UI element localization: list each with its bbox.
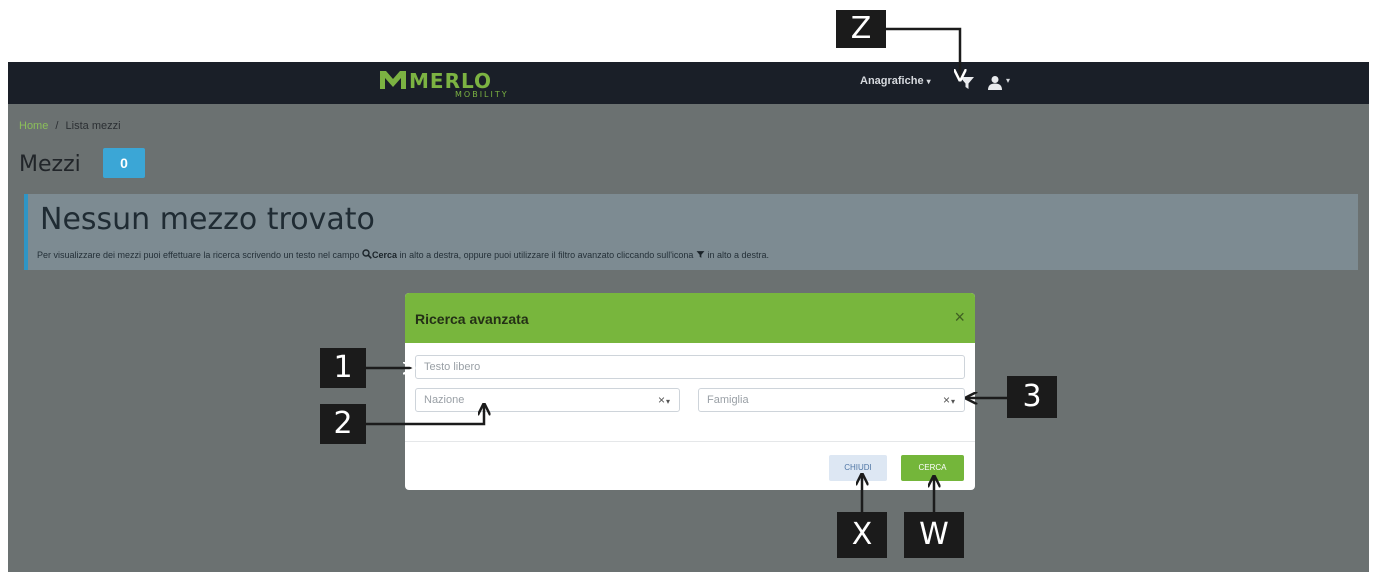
family-placeholder: Famiglia <box>707 394 749 406</box>
modal-header: Ricerca avanzata × <box>405 293 975 343</box>
family-select[interactable]: Famiglia ×▾ <box>698 388 965 412</box>
filter-icon[interactable] <box>959 75 975 91</box>
callout-z: Z <box>836 10 886 48</box>
callout-w: W <box>904 512 964 558</box>
alert-title: Nessun mezzo trovato <box>40 202 375 237</box>
brand-subtitle: MOBILITY <box>455 90 509 99</box>
breadcrumb-current: Lista mezzi <box>65 120 121 132</box>
user-icon <box>988 76 1002 90</box>
alert-text: Per visualizzare dei mezzi puoi effettua… <box>37 249 769 260</box>
search-button[interactable]: CERCA <box>901 455 964 481</box>
merlo-logo-icon <box>380 71 406 89</box>
chevron-down-icon: ▾ <box>1006 76 1011 85</box>
menu-anagrafiche-label: Anagrafiche <box>860 75 924 87</box>
alert-text-part-3: in alto a destra. <box>707 250 770 260</box>
nation-select[interactable]: Nazione ×▾ <box>415 388 680 412</box>
chevron-down-icon[interactable]: ▾ <box>666 397 670 406</box>
close-icon[interactable]: × <box>954 307 965 328</box>
top-navbar: MERLO MOBILITY Anagrafiche ▾ ▾ <box>8 62 1369 104</box>
advanced-search-modal: Ricerca avanzata × Testo libero Nazione … <box>405 293 975 490</box>
breadcrumb-home[interactable]: Home <box>19 120 48 132</box>
chevron-down-icon: ▾ <box>926 77 931 86</box>
breadcrumb: Home / Lista mezzi <box>19 120 121 132</box>
count-badge: 0 <box>103 148 145 178</box>
callout-3: 3 <box>1007 376 1057 418</box>
alert-search-word: Cerca <box>372 250 398 260</box>
clear-icon[interactable]: × <box>658 393 665 407</box>
menu-anagrafiche[interactable]: Anagrafiche ▾ <box>860 75 931 87</box>
nation-placeholder: Nazione <box>424 394 465 406</box>
close-button[interactable]: CHIUDI <box>829 455 887 481</box>
callout-2: 2 <box>320 404 366 444</box>
chevron-down-icon[interactable]: ▾ <box>951 397 955 406</box>
alert-text-part-1: Per visualizzare dei mezzi puoi effettua… <box>37 250 360 260</box>
empty-alert: Nessun mezzo trovato Per visualizzare de… <box>24 194 1358 270</box>
modal-title: Ricerca avanzata <box>415 311 529 327</box>
modal-footer-divider <box>405 441 975 442</box>
breadcrumb-separator: / <box>55 120 59 132</box>
page-title: Mezzi <box>19 152 81 177</box>
filter-icon <box>696 251 705 258</box>
free-text-input[interactable]: Testo libero <box>415 355 965 379</box>
free-text-placeholder: Testo libero <box>424 361 481 373</box>
callout-1: 1 <box>320 348 366 388</box>
callout-x: X <box>837 512 887 558</box>
clear-icon[interactable]: × <box>943 393 950 407</box>
alert-text-part-2: in alto a destra, oppure puoi utilizzare… <box>399 250 694 260</box>
search-icon <box>362 249 372 259</box>
user-menu[interactable]: ▾ <box>988 74 1020 92</box>
